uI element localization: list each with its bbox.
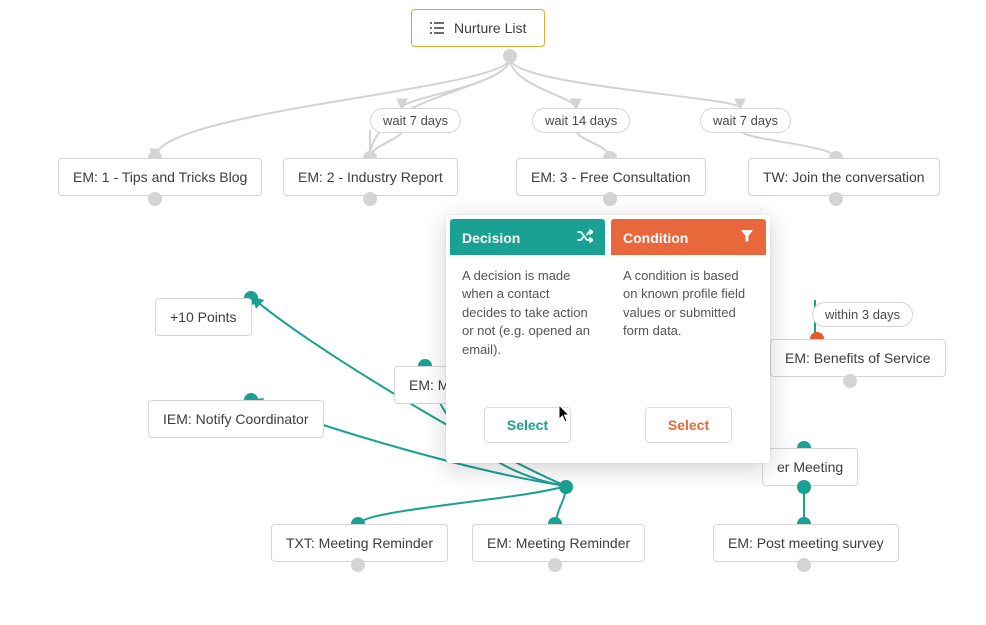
root-label: Nurture List — [454, 20, 526, 36]
decision-title: Decision — [462, 230, 520, 246]
list-icon — [430, 22, 444, 34]
node-benefits[interactable]: EM: Benefits of Service — [770, 339, 946, 377]
port-em2-out[interactable] — [363, 192, 377, 206]
decision-card: Decision A decision is made when a conta… — [450, 219, 605, 459]
node-survey[interactable]: EM: Post meeting survey — [713, 524, 899, 562]
node-em-reminder[interactable]: EM: Meeting Reminder — [472, 524, 645, 562]
shuffle-icon — [577, 229, 593, 246]
condition-select-button[interactable]: Select — [645, 407, 732, 443]
decision-port-hub[interactable] — [559, 480, 573, 494]
node-em2[interactable]: EM: 2 - Industry Report — [283, 158, 458, 196]
decision-condition-popup: Decision A decision is made when a conta… — [446, 215, 770, 463]
port-em3-out[interactable] — [603, 192, 617, 206]
node-em1[interactable]: EM: 1 - Tips and Tricks Blog — [58, 158, 262, 196]
port-em1-out[interactable] — [148, 192, 162, 206]
node-em3[interactable]: EM: 3 - Free Consultation — [516, 158, 706, 196]
port-emrem-out[interactable] — [548, 558, 562, 572]
root-node-nurture-list[interactable]: Nurture List — [411, 9, 545, 47]
decision-select-button[interactable]: Select — [484, 407, 571, 443]
port-tw-out[interactable] — [829, 192, 843, 206]
node-plus10-points[interactable]: +10 Points — [155, 298, 252, 336]
decision-body: A decision is made when a contact decide… — [450, 255, 605, 401]
filter-icon — [740, 229, 754, 246]
port-benefits-out[interactable] — [843, 374, 857, 388]
wait-pill-1[interactable]: wait 7 days — [370, 108, 461, 133]
condition-body: A condition is based on known profile fi… — [611, 255, 766, 401]
port-survey-out[interactable] — [797, 558, 811, 572]
node-tw[interactable]: TW: Join the conversation — [748, 158, 940, 196]
port-meeting-out[interactable] — [797, 480, 811, 494]
port-txtrem-out[interactable] — [351, 558, 365, 572]
port-root-out[interactable] — [503, 49, 517, 63]
wait-pill-within3[interactable]: within 3 days — [812, 302, 913, 327]
condition-title: Condition — [623, 230, 688, 246]
node-txt-reminder[interactable]: TXT: Meeting Reminder — [271, 524, 448, 562]
decision-header: Decision — [450, 219, 605, 255]
node-iem-notify[interactable]: IEM: Notify Coordinator — [148, 400, 324, 438]
wait-pill-2[interactable]: wait 14 days — [532, 108, 630, 133]
wait-pill-3[interactable]: wait 7 days — [700, 108, 791, 133]
condition-card: Condition A condition is based on known … — [611, 219, 766, 459]
node-meeting-partial[interactable]: er Meeting — [762, 448, 858, 486]
condition-header: Condition — [611, 219, 766, 255]
